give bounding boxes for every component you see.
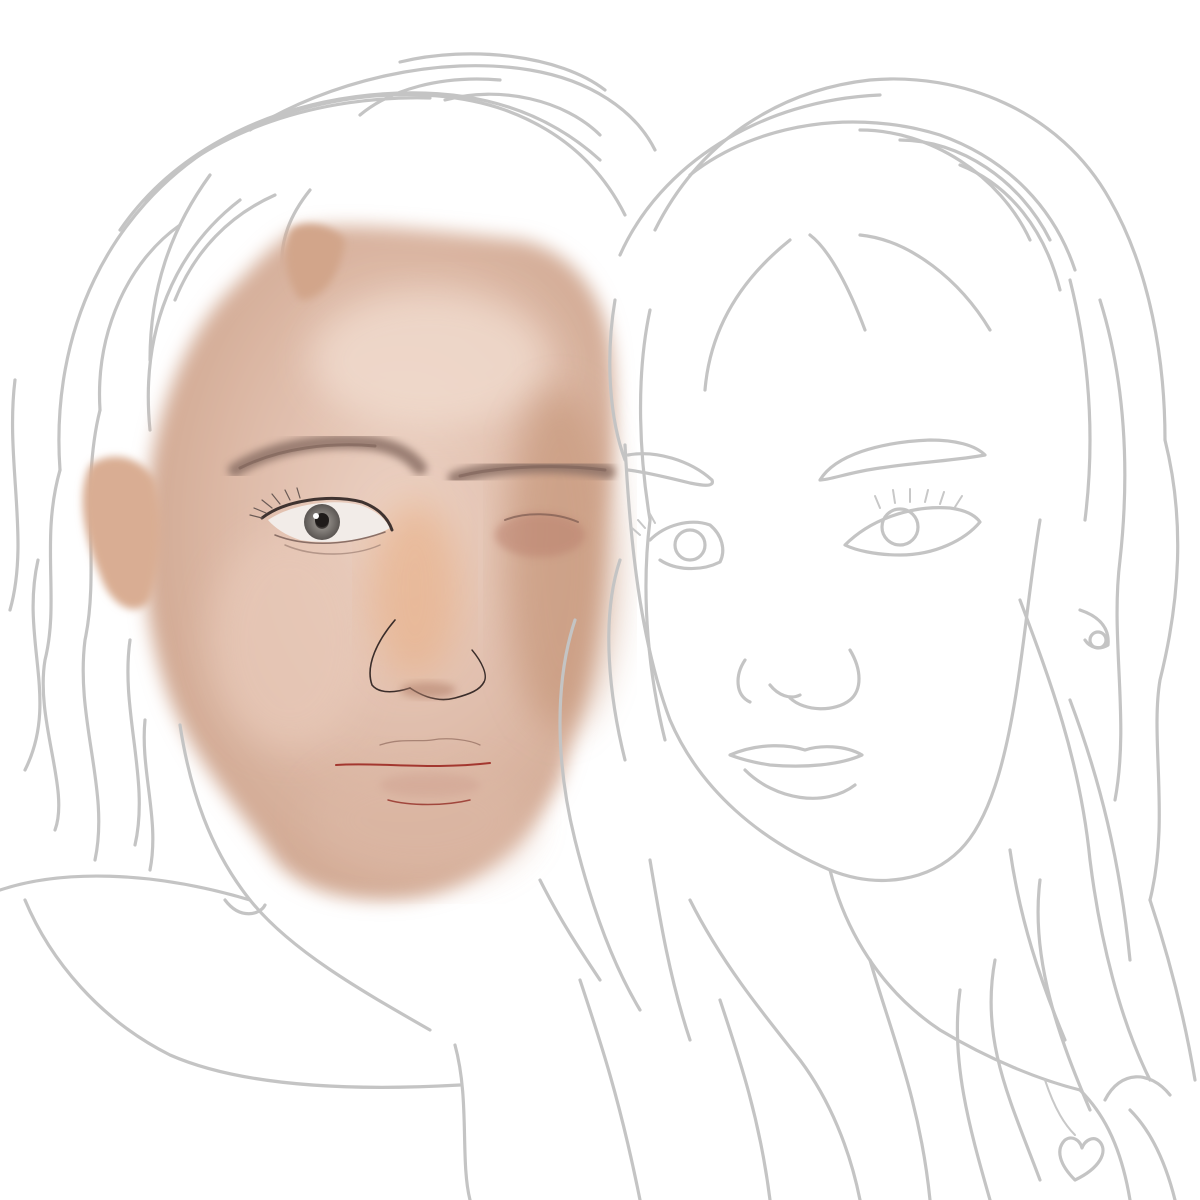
portrait-illustration bbox=[0, 52, 1197, 1200]
right-figure-face bbox=[623, 438, 1110, 882]
artwork-canvas bbox=[0, 0, 1200, 1200]
left-figure-face bbox=[82, 224, 615, 900]
